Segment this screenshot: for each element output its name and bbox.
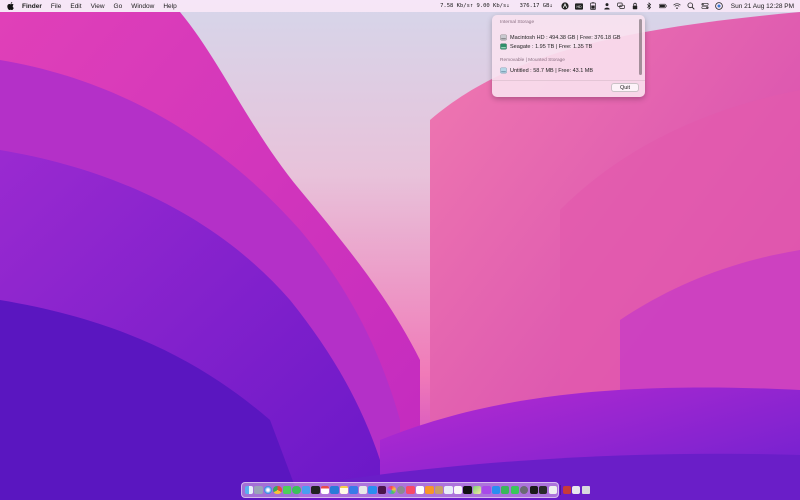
activity-monitor-dock-icon[interactable] — [539, 485, 548, 495]
popover-scroll-thumb[interactable] — [639, 19, 642, 75]
keynote-dock-icon[interactable] — [491, 485, 500, 495]
iterm-dock-icon[interactable] — [529, 485, 538, 495]
filezilla-dock-icon[interactable] — [562, 485, 571, 495]
books-dock-icon[interactable] — [425, 485, 434, 495]
menu-edit[interactable]: Edit — [70, 3, 81, 10]
hd-badge-icon[interactable]: HD — [574, 2, 583, 10]
terminal-dock-icon[interactable] — [311, 485, 320, 495]
user-icon[interactable] — [603, 2, 611, 10]
removable-disk-icon — [500, 67, 507, 74]
app-menu-finder[interactable]: Finder — [22, 3, 42, 10]
network-speed-status[interactable]: 7.58 Kb/s↑ 9.00 Kb/s↓ — [440, 3, 510, 9]
reminders-dock-icon[interactable] — [415, 485, 425, 495]
disk-label: Seagate : 1.95 TB | Free: 1.35 TB — [510, 43, 593, 50]
disk-row-untitled[interactable]: Untitled : 58.7 MB | Free: 43.1 MB — [500, 67, 593, 74]
settings-dock-icon[interactable] — [396, 485, 406, 495]
numbers-dock-icon[interactable] — [501, 485, 510, 495]
music-dock-icon[interactable] — [406, 485, 415, 495]
quit-button[interactable]: Quit — [611, 83, 639, 92]
trash-icon[interactable] — [581, 485, 590, 495]
disk-label: Macintosh HD : 494.38 GB | Free: 376.18 … — [510, 34, 621, 41]
disk-row-macintosh-hd[interactable]: Macintosh HD : 494.38 GB | Free: 376.18 … — [500, 34, 621, 41]
finder-dock-icon[interactable] — [245, 485, 254, 495]
chrome-dock-icon[interactable] — [273, 485, 282, 495]
xcode-dock-icon[interactable] — [349, 485, 358, 495]
internal-disk-icon — [500, 34, 507, 41]
vscode-dock-icon[interactable] — [330, 485, 339, 495]
pencil-app-dock-icon[interactable] — [358, 485, 368, 495]
control-center-icon[interactable] — [701, 2, 709, 10]
messages-dock-icon[interactable] — [282, 485, 292, 495]
wifi-icon[interactable] — [673, 2, 681, 10]
internal-storage-label: Internal Storage — [500, 20, 535, 25]
notes-dock-icon[interactable] — [339, 485, 349, 495]
app-store-dock-icon[interactable] — [368, 485, 377, 495]
menu-window[interactable]: Window — [131, 3, 154, 10]
apple-menu-icon[interactable] — [6, 2, 14, 10]
menu-file[interactable]: File — [51, 3, 61, 10]
desktop-wallpaper — [0, 0, 800, 500]
launchpad-dock-icon[interactable] — [254, 485, 263, 495]
lock-icon[interactable] — [631, 2, 639, 10]
popover-scrollbar[interactable] — [639, 19, 642, 75]
menu-go[interactable]: Go — [114, 3, 123, 10]
font-book-dock-icon[interactable] — [548, 485, 557, 495]
removable-storage-label: Removable | Mounted Storage — [500, 58, 565, 63]
svg-text:HD: HD — [576, 5, 582, 9]
battery-icon[interactable] — [589, 2, 597, 10]
menu-bar: Finder File Edit View Go Window Help 7.5… — [0, 0, 800, 12]
whatsapp-dock-icon[interactable] — [292, 485, 301, 495]
podcasts-dock-icon[interactable] — [482, 485, 491, 495]
textedit-dock-icon[interactable] — [453, 485, 463, 495]
disk-label: Untitled : 58.7 MB | Free: 43.1 MB — [510, 67, 594, 74]
external-disk-icon — [500, 43, 507, 50]
siri-icon[interactable] — [714, 2, 723, 10]
disk-row-seagate[interactable]: Seagate : 1.95 TB | Free: 1.35 TB — [500, 43, 592, 50]
dock-separator — [559, 485, 561, 495]
slack-dock-icon[interactable] — [377, 485, 387, 495]
spotlight-search-icon[interactable] — [687, 2, 695, 10]
menubar-clock[interactable]: Sun 21 Aug 12:28 PM — [731, 3, 794, 10]
dock — [241, 482, 590, 498]
menu-help[interactable]: Help — [163, 3, 176, 10]
calendar-dock-icon[interactable] — [320, 485, 330, 495]
storage-popover: Internal Storage Macintosh HD : 494.38 G… — [492, 15, 645, 97]
preview-dock-icon[interactable] — [444, 485, 453, 495]
menu-view[interactable]: View — [91, 3, 105, 10]
popover-divider — [492, 80, 645, 81]
chat-bubbles-icon[interactable] — [617, 2, 625, 10]
facetime-dock-icon[interactable] — [510, 485, 519, 495]
contacts-dock-icon[interactable] — [434, 485, 444, 495]
bluetooth-icon[interactable] — [645, 2, 653, 10]
arc-app-icon[interactable] — [561, 2, 569, 10]
maps-dock-icon[interactable] — [472, 485, 482, 495]
downloads-stack-dock-icon[interactable] — [572, 485, 581, 495]
storage-status-item[interactable]: 376.17 GB↓ — [518, 3, 555, 9]
disk-utility-dock-icon[interactable] — [520, 485, 529, 495]
mail-dock-icon[interactable] — [301, 485, 311, 495]
safari-dock-icon[interactable] — [263, 485, 273, 495]
appletv-dock-icon[interactable] — [463, 485, 472, 495]
photos-dock-icon[interactable] — [387, 485, 396, 495]
battery-level-icon[interactable] — [658, 2, 667, 10]
